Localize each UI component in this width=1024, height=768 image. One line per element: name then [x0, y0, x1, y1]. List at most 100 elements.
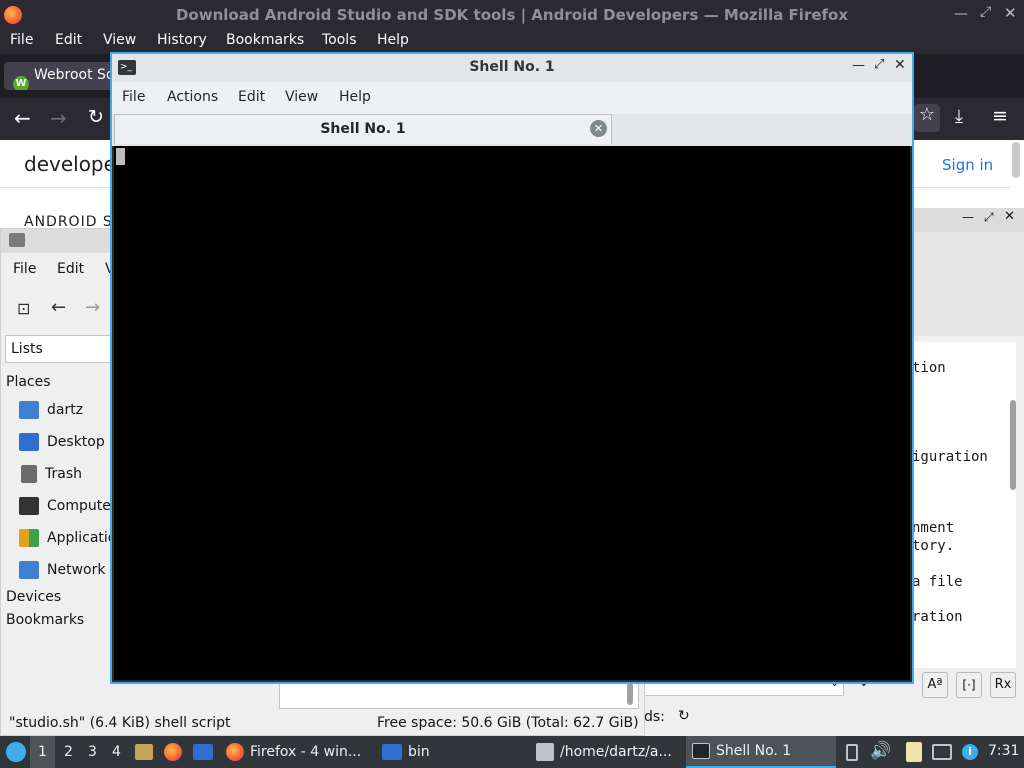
- workspace-2[interactable]: 2: [64, 744, 73, 760]
- bookmarks-header[interactable]: Bookmarks: [6, 612, 84, 628]
- devices-header[interactable]: Devices: [6, 589, 61, 605]
- code-line: nment: [912, 520, 955, 536]
- menu-help[interactable]: Help: [377, 32, 409, 48]
- fm-forward-icon[interactable]: →: [85, 297, 100, 318]
- place-item-desktop[interactable]: Desktop: [19, 433, 105, 451]
- editor-maximize-icon[interactable]: ⤢: [984, 210, 994, 225]
- editor-close-icon[interactable]: ✕: [1004, 209, 1015, 224]
- desktop-launcher-icon[interactable]: [193, 744, 213, 760]
- clipboard-icon[interactable]: [906, 742, 922, 762]
- shell-menu-help[interactable]: Help: [339, 89, 371, 105]
- computer-icon: [19, 497, 39, 515]
- reload-icon[interactable]: ↻: [88, 106, 104, 128]
- shell-menubar: File Actions Edit View Help: [112, 82, 912, 114]
- editor-minimize-icon[interactable]: —: [962, 210, 974, 224]
- shell-titlebar[interactable]: >_ Shell No. 1 — ⤢ ✕: [112, 54, 912, 82]
- shell-tab[interactable]: Shell No. 1 ✕: [114, 114, 612, 144]
- shell-menu-actions[interactable]: Actions: [167, 89, 218, 105]
- whole-word-button[interactable]: [·]: [956, 672, 982, 698]
- home-folder-icon: [19, 401, 39, 419]
- place-label: Desktop: [47, 434, 105, 450]
- menu-edit[interactable]: Edit: [55, 32, 82, 48]
- shell-window: >_ Shell No. 1 — ⤢ ✕ File Actions Edit V…: [110, 52, 914, 684]
- menu-history[interactable]: History: [157, 32, 207, 48]
- shell-menu-edit[interactable]: Edit: [238, 89, 265, 105]
- file-list-area[interactable]: [279, 681, 639, 709]
- info-icon[interactable]: i: [962, 744, 978, 760]
- match-case-button[interactable]: Aª: [922, 672, 948, 698]
- refresh-icon[interactable]: ↻: [678, 708, 690, 724]
- workspace-4[interactable]: 4: [112, 744, 121, 760]
- firefox-launcher-icon[interactable]: [164, 743, 182, 761]
- shell-menu-file[interactable]: File: [122, 89, 145, 105]
- sign-in-link[interactable]: Sign in: [942, 156, 993, 174]
- fm-back-icon[interactable]: ←: [51, 297, 66, 318]
- place-label: Applicatio: [47, 530, 117, 546]
- shell-tab-label: Shell No. 1: [320, 121, 406, 137]
- menu-file[interactable]: File: [10, 32, 33, 48]
- place-item-network[interactable]: Network: [19, 561, 105, 579]
- folder-icon: [9, 233, 25, 247]
- forward-icon[interactable]: →: [50, 106, 67, 130]
- display-icon[interactable]: [932, 744, 952, 760]
- battery-icon[interactable]: [846, 744, 858, 761]
- terminal-task-icon: [692, 743, 710, 759]
- place-item-trash[interactable]: Trash: [19, 465, 82, 483]
- new-tab-icon[interactable]: ⊡: [17, 299, 30, 318]
- volume-icon[interactable]: 🔊: [870, 741, 891, 761]
- minimize-icon[interactable]: —: [954, 6, 968, 22]
- code-line: tory.: [912, 538, 955, 554]
- page-scrollbar[interactable]: [1012, 142, 1020, 178]
- place-label: Compute: [47, 498, 111, 514]
- fm-menu-file[interactable]: File: [13, 261, 36, 277]
- file-manager-launcher-icon[interactable]: [135, 744, 153, 760]
- fm-menu-edit[interactable]: Edit: [57, 261, 84, 277]
- close-icon[interactable]: ✕: [1004, 4, 1017, 22]
- file-list-scrollbar[interactable]: [627, 683, 633, 705]
- shell-menu-view[interactable]: View: [285, 89, 318, 105]
- editor-scrollbar[interactable]: [1010, 400, 1016, 490]
- side-pane-selector[interactable]: Lists: [5, 335, 111, 363]
- place-item-dartz[interactable]: dartz: [19, 401, 83, 419]
- place-label: Network: [47, 562, 106, 578]
- app-launcher-icon[interactable]: [6, 742, 26, 762]
- shell-minimize-icon[interactable]: —: [852, 58, 865, 73]
- menu-view[interactable]: View: [103, 32, 136, 48]
- back-icon[interactable]: ←: [14, 106, 31, 130]
- tab-close-icon[interactable]: ✕: [590, 120, 607, 137]
- place-item-applications[interactable]: Applicatio: [19, 529, 116, 547]
- shell-maximize-icon[interactable]: ⤢: [874, 57, 884, 72]
- side-pane-selector-label: Lists: [11, 341, 43, 357]
- browser-tab[interactable]: W Webroot So: [4, 62, 124, 90]
- terminal-cursor: [116, 148, 125, 165]
- desktop-icon: [19, 433, 39, 451]
- browser-tab-label: Webroot So: [34, 67, 115, 83]
- task-bin[interactable]: bin: [378, 736, 528, 768]
- code-line: ration: [912, 609, 963, 625]
- place-item-computer[interactable]: Compute: [19, 497, 111, 515]
- menu-bookmarks[interactable]: Bookmarks: [226, 32, 304, 48]
- hamburger-menu-icon[interactable]: ≡: [992, 105, 1008, 127]
- regex-button[interactable]: Rx: [990, 672, 1016, 698]
- workspace-3[interactable]: 3: [88, 744, 97, 760]
- folder-task-icon: [382, 744, 402, 760]
- terminal-output[interactable]: [114, 146, 910, 680]
- workspace-1[interactable]: 1: [30, 736, 55, 768]
- code-line: iguration: [912, 449, 988, 465]
- task-label: bin: [408, 744, 430, 760]
- bookmark-star-icon[interactable]: ☆: [914, 104, 940, 132]
- shell-tabbar: Shell No. 1 ✕: [112, 114, 912, 146]
- find-label: ds:: [644, 709, 665, 725]
- page-logo[interactable]: develope: [24, 152, 116, 176]
- file-manager-statusbar: "studio.sh" (6.4 KiB) shell script Free …: [1, 713, 646, 737]
- clock[interactable]: 7:31: [988, 743, 1019, 759]
- shell-close-icon[interactable]: ✕: [894, 57, 906, 73]
- downloads-icon[interactable]: ⤓: [955, 106, 963, 127]
- status-file-info: "studio.sh" (6.4 KiB) shell script: [9, 715, 231, 731]
- task-firefox[interactable]: Firefox - 4 win...: [222, 736, 372, 768]
- task-shell[interactable]: Shell No. 1: [686, 736, 836, 768]
- menu-tools[interactable]: Tools: [322, 32, 357, 48]
- task-editor[interactable]: /home/dartz/a...: [532, 736, 682, 768]
- places-header: Places: [6, 374, 51, 390]
- maximize-icon[interactable]: ⤢: [980, 4, 991, 20]
